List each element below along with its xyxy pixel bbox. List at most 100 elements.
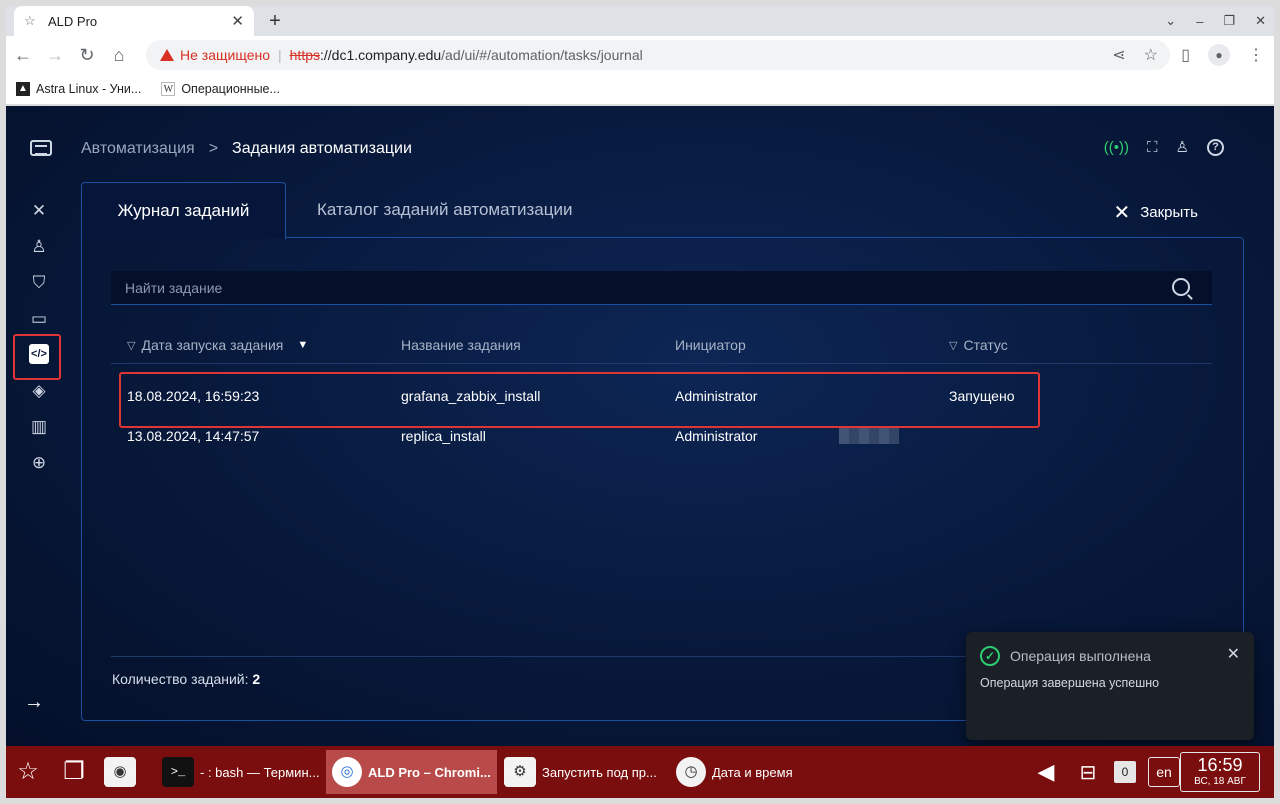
column-date[interactable]: ▽ Дата запуска задания ▼ xyxy=(127,337,308,353)
column-date-label: Дата запуска задания xyxy=(141,337,284,353)
home-icon[interactable]: ⌂ xyxy=(104,45,134,66)
layers-icon[interactable]: ◈ xyxy=(26,378,52,404)
breadcrumb-separator: > xyxy=(208,140,219,157)
windows-icon: ❐ xyxy=(63,758,85,785)
shield-icon[interactable]: ⛉ xyxy=(26,270,52,296)
column-name-label: Название задания xyxy=(401,337,521,353)
taskbar-item-label: Запустить под пр... xyxy=(542,764,657,780)
address-bar-actions: ⋖ ☆ xyxy=(1112,40,1158,70)
maximize-icon[interactable]: ❐ xyxy=(1223,13,1235,29)
breadcrumb: Автоматизация > Задания автоматизации xyxy=(81,140,412,158)
breadcrumb-parent[interactable]: Автоматизация xyxy=(81,140,195,158)
terminal-icon: >_ xyxy=(162,757,194,787)
security-label: Не защищено xyxy=(180,47,270,63)
taskbar-item-label: - : bash — Термин... xyxy=(200,764,320,780)
bookmark-label: Astra Linux - Уни... xyxy=(36,82,142,96)
search-input[interactable]: Найти задание xyxy=(111,271,1212,305)
task-count-label: Количество заданий: xyxy=(112,671,249,687)
task-count: Количество заданий: 2 xyxy=(112,671,260,687)
minimize-icon[interactable]: – xyxy=(1196,14,1203,29)
taskbar-item-datetime[interactable]: ◷ Дата и время xyxy=(670,750,799,794)
cell-name: replica_install xyxy=(401,428,486,444)
header-icons: ((•)) ⛶ ♙ ? xyxy=(1104,138,1224,156)
taskbar-item-chromium[interactable]: ◎ ALD Pro – Chromi... xyxy=(326,750,497,794)
column-status[interactable]: ▽ Статус xyxy=(949,337,1008,353)
taskbar: ☆ ❐ ◉ >_ - : bash — Термин... ◎ ALD Pro … xyxy=(6,746,1274,798)
tab-catalog[interactable]: Каталог заданий автоматизации xyxy=(317,200,572,220)
connection-status-icon[interactable]: ((•)) xyxy=(1104,139,1129,156)
bar-chart-icon[interactable]: ▥ xyxy=(26,414,52,440)
folder-icon: ◉ xyxy=(104,757,136,787)
window-controls: ⌄ – ❐ ✕ xyxy=(1165,6,1266,36)
start-menu-button[interactable]: ☆ xyxy=(6,750,50,794)
forward-icon[interactable]: → xyxy=(40,45,70,66)
success-check-icon: ✓ xyxy=(980,646,1000,666)
back-icon[interactable]: ← xyxy=(8,45,38,66)
sort-desc-icon[interactable]: ▼ xyxy=(297,339,308,351)
keyboard-layout[interactable]: en xyxy=(1148,752,1180,792)
security-warning[interactable]: Не защищено xyxy=(160,47,270,63)
browser-tab-title: ALD Pro xyxy=(48,13,98,29)
wiki-logo-icon: W xyxy=(161,82,176,96)
clock-icon: ◷ xyxy=(676,757,706,787)
row-highlight-box xyxy=(119,372,1040,428)
network-icon[interactable]: ⊟ xyxy=(1070,752,1106,792)
ald-logo-icon[interactable] xyxy=(30,140,52,156)
bookmark-star-icon[interactable]: ☆ xyxy=(1144,45,1158,65)
volume-icon[interactable]: ◀ xyxy=(1032,752,1060,792)
toast-close-icon[interactable]: ✕ xyxy=(1227,644,1240,664)
taskbar-item-label: ALD Pro – Chromi... xyxy=(368,764,491,780)
blurred-status xyxy=(839,426,899,444)
toast-notification: ✓ Операция выполнена ✕ Операция завершен… xyxy=(966,632,1254,740)
close-tab-icon[interactable]: ✕ xyxy=(231,12,244,30)
expand-sidebar-icon[interactable]: → xyxy=(24,691,44,714)
user-icon[interactable]: ♙ xyxy=(1176,138,1189,156)
new-tab-button[interactable]: + xyxy=(262,8,288,34)
close-window-icon[interactable]: ✕ xyxy=(1255,13,1266,29)
tools-icon[interactable]: ✕ xyxy=(26,198,52,224)
desktops-button[interactable]: ❐ xyxy=(52,750,96,794)
bookmarks-bar: ▲ Astra Linux - Уни... W Операционные... xyxy=(6,74,1274,104)
column-name[interactable]: Название задания xyxy=(401,337,521,353)
filter-icon[interactable]: ▽ xyxy=(949,339,957,352)
bookmark-label: Операционные... xyxy=(181,82,280,96)
browser-tab-strip: ☆ ALD Pro ✕ + ⌄ – ❐ ✕ xyxy=(6,6,1274,36)
profile-avatar-icon[interactable]: ● xyxy=(1208,44,1230,66)
url-separator: | xyxy=(278,47,282,63)
run-as-icon: ⚙ xyxy=(504,757,536,787)
tab-journal[interactable]: Журнал заданий xyxy=(81,182,286,239)
share-icon[interactable]: ⋖ xyxy=(1112,45,1125,65)
reload-icon[interactable]: ↻ xyxy=(72,45,102,66)
toast-title: Операция выполнена xyxy=(1010,648,1151,664)
user-settings-icon[interactable]: ♙ xyxy=(26,234,52,260)
taskbar-item-terminal[interactable]: >_ - : bash — Термин... xyxy=(156,750,325,794)
tab-search-icon[interactable]: ⌄ xyxy=(1165,13,1176,29)
column-initiator[interactable]: Инициатор xyxy=(675,337,746,353)
bookmark-wiki[interactable]: W Операционные... xyxy=(161,82,280,96)
screen: ☆ ALD Pro ✕ + ⌄ – ❐ ✕ ← → ↻ ⌂ Не защищен… xyxy=(0,0,1280,804)
close-button[interactable]: ✕ Закрыть xyxy=(1113,200,1198,225)
chromium-icon: ◎ xyxy=(332,757,362,787)
notifications-badge[interactable]: 0 xyxy=(1114,752,1136,792)
help-icon[interactable]: ? xyxy=(1207,138,1224,156)
task-count-value: 2 xyxy=(252,671,261,687)
side-panel-icon[interactable]: ▯ xyxy=(1181,45,1190,65)
browser-tab[interactable]: ☆ ALD Pro ✕ xyxy=(14,6,254,36)
column-initiator-label: Инициатор xyxy=(675,337,746,353)
file-manager-button[interactable]: ◉ xyxy=(98,750,142,794)
taskbar-item-run-as[interactable]: ⚙ Запустить под пр... xyxy=(498,750,663,794)
close-icon: ✕ xyxy=(1113,202,1131,224)
search-zoom-icon[interactable]: ⊕ xyxy=(26,450,52,476)
search-icon[interactable] xyxy=(1172,278,1190,296)
menu-kebab-icon[interactable]: ⋮ xyxy=(1248,45,1264,65)
window-icon[interactable]: ▭ xyxy=(26,306,52,332)
taskbar-clock[interactable]: 16:59 ВС, 18 АВГ xyxy=(1180,752,1260,792)
filter-icon[interactable]: ▽ xyxy=(127,339,135,352)
clock-time: 16:59 xyxy=(1197,755,1243,775)
bookmark-astra[interactable]: ▲ Astra Linux - Уни... xyxy=(16,82,141,96)
address-bar[interactable]: Не защищено | https ://dc1.company.edu /… xyxy=(146,40,1170,70)
sitemap-icon[interactable]: ⛶ xyxy=(1147,139,1158,156)
astra-logo-icon: ▲ xyxy=(16,82,30,96)
table-header: ▽ Дата запуска задания ▼ Название задани… xyxy=(111,334,1212,364)
toolbar-right: ▯ ● ⋮ xyxy=(1181,36,1264,74)
